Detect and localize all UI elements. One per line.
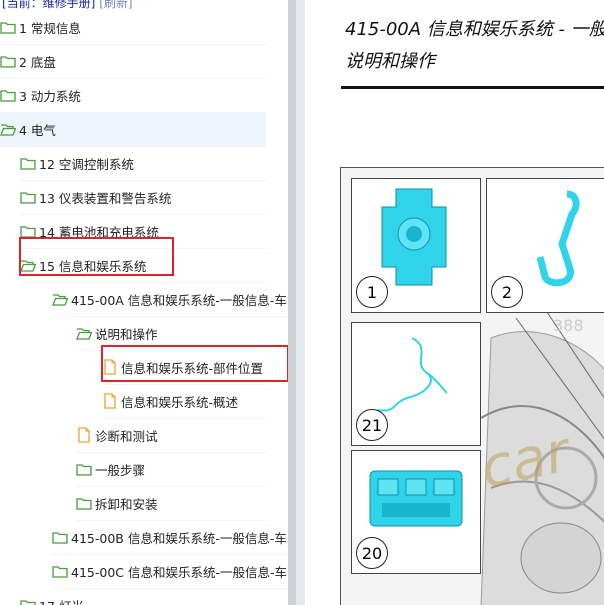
part-callout-21: 21 — [351, 322, 481, 446]
folder-open-icon — [20, 257, 37, 273]
folder-icon — [20, 155, 36, 171]
tree-item-label: 17 灯光 — [39, 596, 84, 605]
tree-item-general-procedures[interactable]: 一般步骤 — [76, 452, 266, 487]
part-callout-20: 20 — [351, 450, 481, 574]
tree-item-label: 信息和娱乐系统-概述 — [121, 394, 239, 410]
tree-item-label: 4 电气 — [19, 122, 56, 138]
tree-item-label: 2 底盘 — [19, 54, 56, 70]
callout-number: 2 — [491, 276, 523, 308]
folder-icon — [0, 87, 16, 103]
document-icon — [102, 359, 118, 375]
document-icon — [76, 427, 92, 443]
document-title-line1: 415-00A 信息和娱乐系统 - 一般 — [345, 19, 604, 40]
tree-item-label: 15 信息和娱乐系统 — [39, 258, 147, 274]
navigation-tree: [当前：维修手册] [刷新] 1 常规信息 2 底盘 3 动力系统 4 电气 1… — [0, 0, 288, 605]
tree-item-infotainment[interactable]: 15 信息和娱乐系统 — [20, 248, 266, 283]
tree-item-415-00a[interactable]: 415-00A 信息和娱乐系统-一般信息-车 — [52, 282, 288, 317]
document-icon — [102, 393, 118, 409]
title-rule — [341, 86, 604, 89]
tree-item-label: 415-00A 信息和娱乐系统-一般信息-车 — [71, 292, 287, 308]
tree-item-electrical[interactable]: 4 电气 — [0, 112, 266, 147]
folder-icon — [0, 19, 16, 35]
document-title: 415-00A 信息和娱乐系统 - 一般 说明和操作 — [345, 14, 604, 78]
tree-item-label: 3 动力系统 — [19, 88, 81, 104]
tree-item-label: 12 空调控制系统 — [39, 156, 134, 172]
folder-icon — [0, 53, 16, 69]
tree-item-climate-control[interactable]: 12 空调控制系统 — [20, 146, 266, 181]
document-title-line2: 说明和操作 — [345, 51, 435, 72]
folder-open-icon — [52, 291, 69, 307]
folder-icon — [20, 223, 36, 239]
refresh-link[interactable]: [刷新] — [99, 0, 132, 10]
watermark: 388 — [553, 316, 584, 335]
tree-item-general-info[interactable]: 1 常规信息 — [0, 10, 266, 45]
tree-item-label: 信息和娱乐系统-部件位置 — [121, 360, 264, 376]
tree-item-415-00b[interactable]: 415-00B 信息和娱乐系统-一般信息-车 — [52, 520, 288, 555]
tree-item-powertrain[interactable]: 3 动力系统 — [0, 78, 266, 113]
tree-item-overview[interactable]: 信息和娱乐系统-概述 — [102, 384, 266, 419]
part-callout-1: 1 — [351, 178, 481, 313]
document-pane: 415-00A 信息和娱乐系统 - 一般 说明和操作 畅易 388 car 1 — [305, 0, 604, 605]
tree-item-label: 415-00C 信息和娱乐系统-一般信息-车 — [71, 564, 287, 580]
callout-number: 21 — [356, 409, 388, 441]
callout-number: 20 — [356, 537, 388, 569]
folder-icon — [20, 189, 36, 205]
folder-icon — [52, 563, 68, 579]
tree-item-component-location[interactable]: 信息和娱乐系统-部件位置 — [102, 350, 266, 385]
breadcrumb-current: [当前：维修手册] — [2, 0, 96, 10]
tree-item-label: 13 仪表装置和警告系统 — [39, 190, 172, 206]
tree-item-label: 诊断和测试 — [95, 428, 158, 444]
tree-item-label: 14 蓄电池和充电系统 — [39, 224, 159, 240]
folder-open-icon — [0, 121, 17, 137]
tree-item-instrument-cluster[interactable]: 13 仪表装置和警告系统 — [20, 180, 266, 215]
tree-item-removal-installation[interactable]: 拆卸和安装 — [76, 486, 266, 521]
folder-icon — [52, 529, 68, 545]
tree-item-label: 1 常规信息 — [19, 20, 81, 36]
folder-icon — [20, 597, 36, 605]
component-location-figure: 畅易 388 car 1 2 21 — [340, 167, 604, 605]
tree-item-label: 一般步骤 — [95, 462, 146, 478]
folder-open-icon — [76, 325, 93, 341]
tree-item-lighting[interactable]: 17 灯光 — [20, 588, 266, 605]
tree-item-label: 拆卸和安装 — [95, 496, 158, 512]
callout-number: 1 — [356, 276, 388, 308]
tree-item-label: 415-00B 信息和娱乐系统-一般信息-车 — [71, 530, 287, 546]
tree-item-chassis[interactable]: 2 底盘 — [0, 44, 266, 79]
tree-item-label: 说明和操作 — [95, 326, 158, 342]
folder-icon — [76, 495, 92, 511]
part-callout-2: 2 — [486, 178, 604, 313]
tree-item-diagnosis-testing[interactable]: 诊断和测试 — [76, 418, 266, 453]
tree-item-description-operation[interactable]: 说明和操作 — [76, 316, 266, 351]
tree-item-415-00c[interactable]: 415-00C 信息和娱乐系统-一般信息-车 — [52, 554, 288, 589]
tree-item-battery-charging[interactable]: 14 蓄电池和充电系统 — [20, 214, 266, 249]
folder-icon — [76, 461, 92, 477]
splitter-handle[interactable] — [296, 0, 305, 605]
